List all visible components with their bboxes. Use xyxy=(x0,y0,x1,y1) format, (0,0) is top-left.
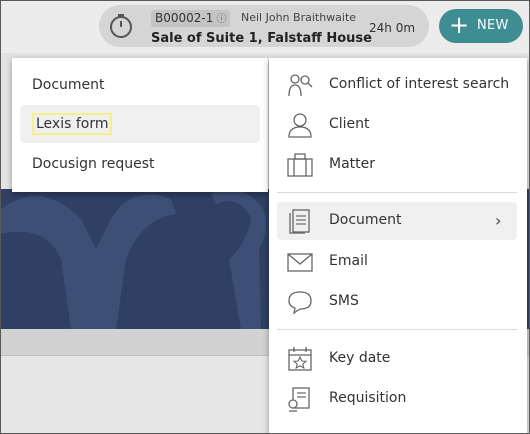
submenu-item-label: Lexis form xyxy=(32,113,113,135)
menu-item-sms[interactable]: SMS xyxy=(277,283,517,321)
client-name: Neil John Braithwaite xyxy=(241,11,357,24)
menu-item-label: Requisition xyxy=(329,390,407,406)
menu-item-document[interactable]: Document › xyxy=(277,202,517,240)
document-submenu: Document Lexis form Docusign request xyxy=(12,58,268,192)
menu-item-label: Email xyxy=(329,253,368,269)
submenu-item-lexis-form[interactable]: Lexis form xyxy=(20,105,260,143)
new-dropdown-menu: Conflict of interest search Client Matte… xyxy=(269,58,527,433)
menu-divider xyxy=(277,329,517,330)
briefcase-icon xyxy=(287,153,313,177)
menu-item-client[interactable]: Client xyxy=(277,106,517,144)
matter-code: B00002-1 xyxy=(155,11,214,25)
chevron-right-icon: › xyxy=(495,211,502,230)
plus-icon: + xyxy=(449,11,470,39)
menu-item-label: Client xyxy=(329,116,370,132)
submenu-item-document[interactable]: Document xyxy=(20,66,260,104)
menu-item-matter[interactable]: Matter xyxy=(277,146,517,184)
menu-item-label: Key date xyxy=(329,350,391,366)
menu-item-key-date[interactable]: Key date xyxy=(277,340,517,378)
info-icon[interactable]: ⓘ xyxy=(216,14,226,25)
menu-item-label: Document xyxy=(329,212,402,228)
menu-divider xyxy=(277,192,517,193)
matter-code-badge: B00002-1 ⓘ xyxy=(151,10,231,27)
chat-bubble-icon xyxy=(288,291,312,315)
calendar-star-icon xyxy=(288,347,312,371)
envelope-icon xyxy=(287,253,313,272)
app-frame: B00002-1 ⓘ Neil John Braithwaite Sale of … xyxy=(0,0,530,434)
document-icon xyxy=(289,209,310,234)
elapsed-time: 24h 0m xyxy=(369,21,416,35)
submenu-item-label: Docusign request xyxy=(32,156,155,172)
submenu-item-docusign-request[interactable]: Docusign request xyxy=(20,145,260,183)
new-button-label: NEW xyxy=(477,18,509,33)
menu-item-requisition[interactable]: Requisition xyxy=(277,380,517,418)
menu-item-label: Matter xyxy=(329,156,376,172)
stopwatch-icon[interactable] xyxy=(108,13,134,39)
submenu-item-label: Document xyxy=(32,77,105,93)
matter-description: Sale of Suite 1, Falstaff House xyxy=(151,31,372,46)
menu-item-conflict-search[interactable]: Conflict of interest search xyxy=(277,66,517,104)
new-button[interactable]: + NEW xyxy=(439,9,523,43)
people-search-icon xyxy=(288,74,313,97)
menu-item-label: SMS xyxy=(329,293,359,309)
requisition-icon xyxy=(288,387,310,412)
person-icon xyxy=(288,113,312,138)
menu-item-email[interactable]: Email xyxy=(277,243,517,281)
menu-item-label: Conflict of interest search xyxy=(329,76,510,92)
